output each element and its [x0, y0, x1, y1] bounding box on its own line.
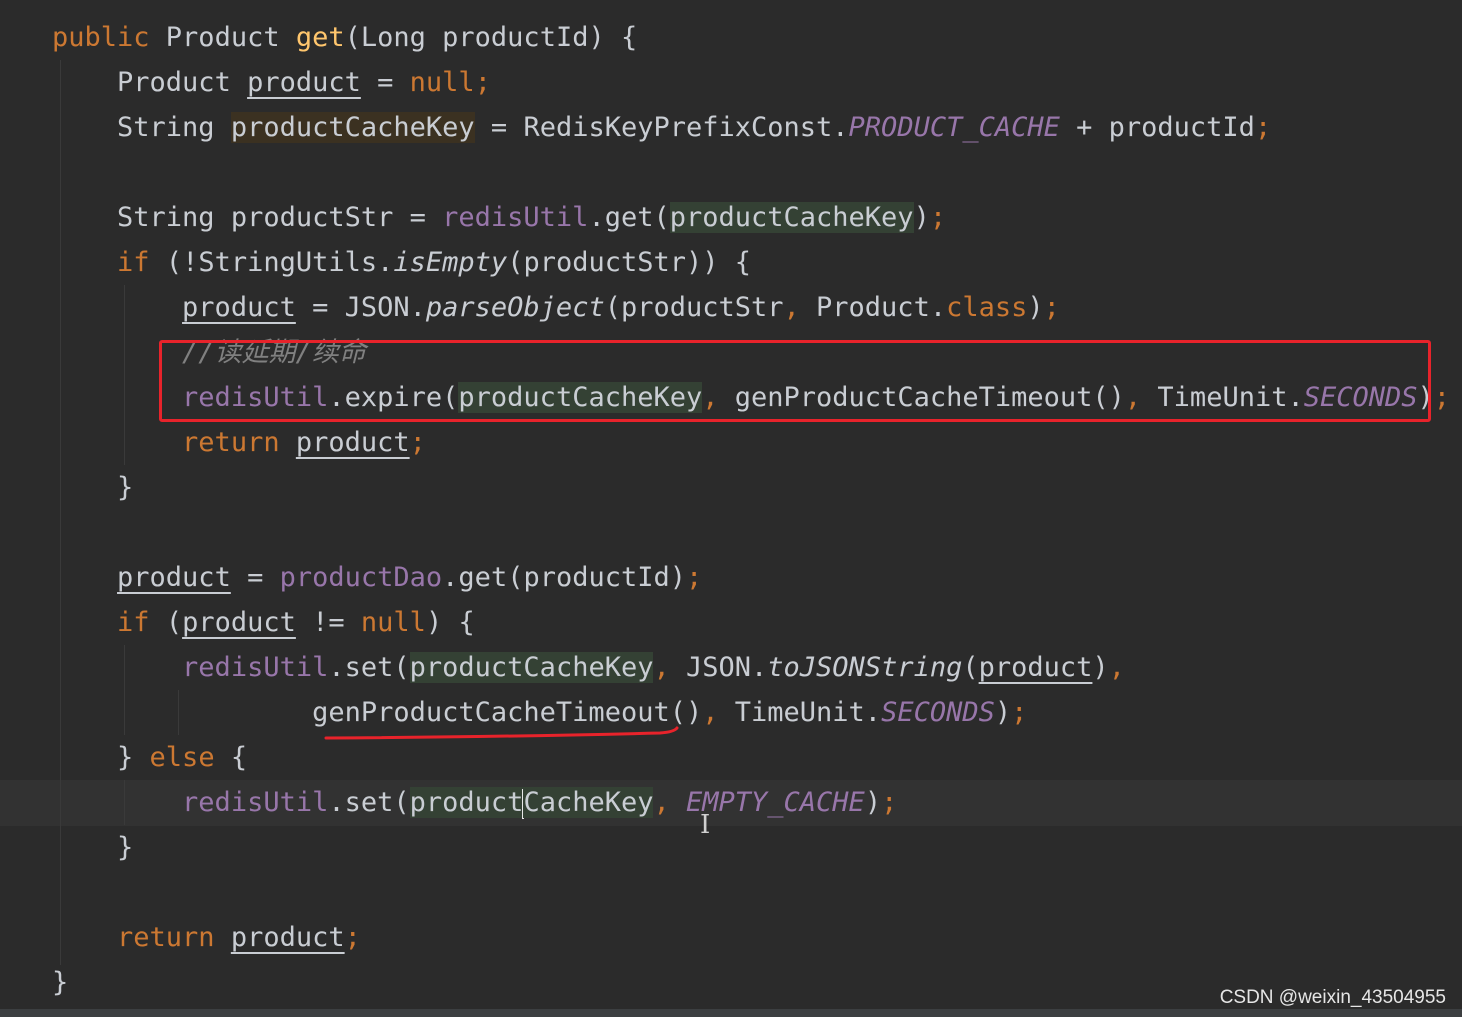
watermark: CSDN @weixin_43504955: [1219, 987, 1446, 1008]
bottom-scrollbar[interactable]: [0, 1009, 1462, 1017]
annotation-red-underline: [324, 726, 679, 740]
code-editor[interactable]: public Product get(Long productId) { Pro…: [0, 0, 1462, 1017]
i-beam-cursor-icon: I: [700, 810, 711, 840]
